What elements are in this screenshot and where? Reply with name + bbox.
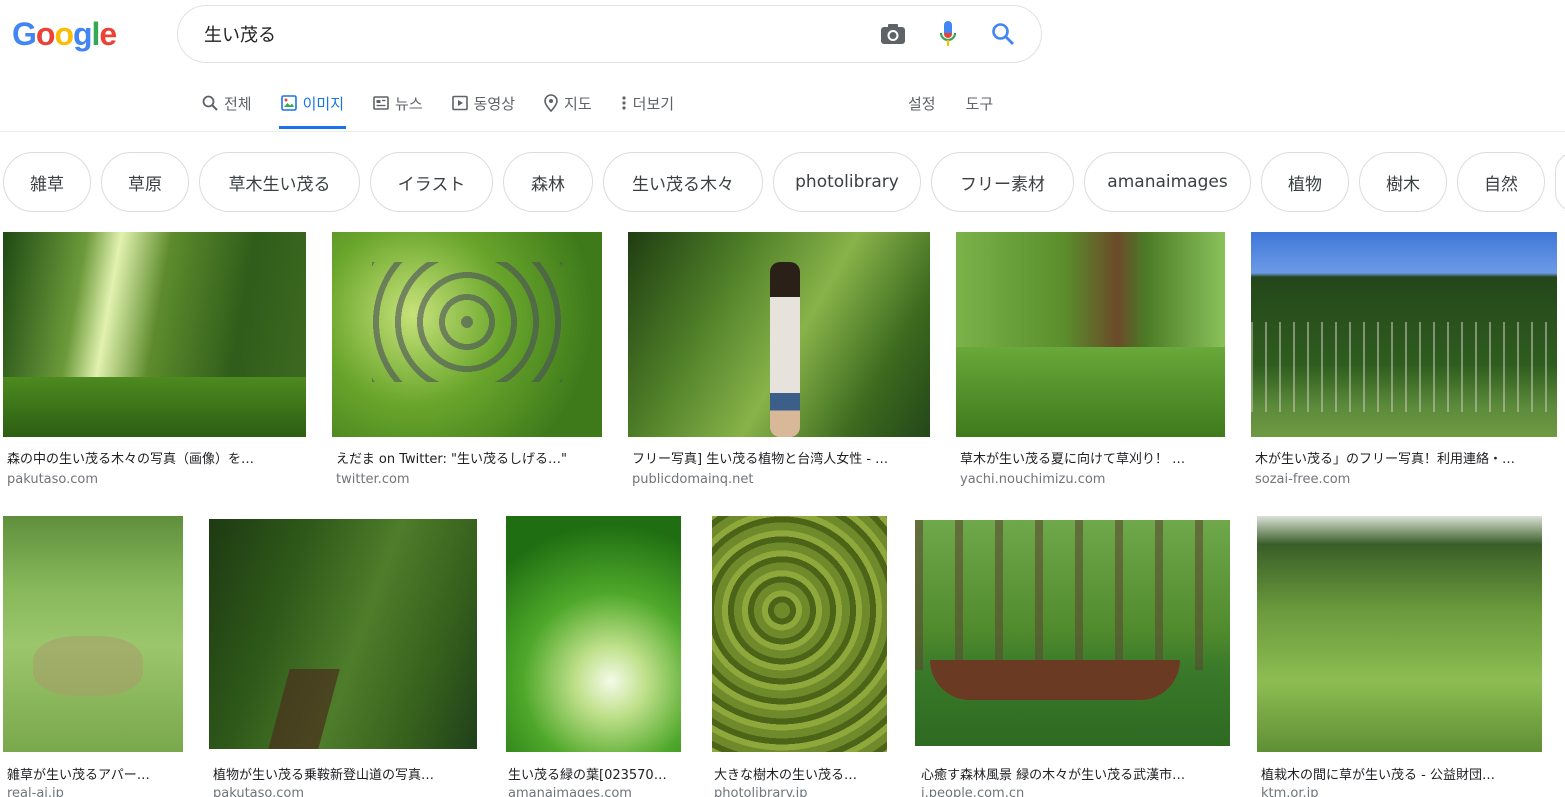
- tab-all[interactable]: 전체: [202, 88, 252, 118]
- result-source[interactable]: ktm.or.jp: [1261, 786, 1319, 797]
- tab-label: 동영상: [473, 94, 516, 113]
- search-icon[interactable]: [987, 18, 1019, 50]
- news-icon: [373, 95, 389, 111]
- result-thumbnail[interactable]: [3, 516, 183, 752]
- image-detail: [1251, 322, 1557, 412]
- chip[interactable]: 森林: [503, 152, 593, 212]
- chip[interactable]: イラスト: [370, 152, 493, 212]
- related-chips: 雑草 草原 草木生い茂る イラスト 森林 生い茂る木々 photolibrary…: [3, 152, 1565, 212]
- result-caption[interactable]: フリー写真] 生い茂る植物と台湾人女性 - …: [632, 448, 930, 467]
- tab-label: 지도: [564, 94, 592, 113]
- chip[interactable]: 植物: [1261, 152, 1349, 212]
- result-caption[interactable]: 木が生い茂る」のフリー写真！利用連絡・…: [1255, 448, 1557, 467]
- result-source[interactable]: real-ai.jp: [7, 786, 64, 797]
- result-source[interactable]: publicdomainq.net: [632, 472, 754, 487]
- image-detail: [770, 262, 800, 437]
- result-caption[interactable]: 雑草が生い茂るアパー…: [7, 764, 183, 783]
- chip[interactable]: 生い茂る木々: [603, 152, 763, 212]
- image-detail: [268, 669, 340, 749]
- image-detail: [930, 660, 1180, 700]
- tab-label: 뉴스: [395, 94, 423, 113]
- video-icon: [451, 95, 468, 111]
- tab-label: 전체: [224, 94, 252, 113]
- chip[interactable]: 雑草: [3, 152, 91, 212]
- search-icon: [202, 95, 218, 111]
- more-vert-icon: [621, 95, 627, 111]
- camera-icon[interactable]: [877, 18, 909, 50]
- result-caption[interactable]: 大きな樹木の生い茂る…: [714, 764, 887, 783]
- settings-link[interactable]: 설정: [908, 93, 936, 114]
- result-source[interactable]: amanaimages.com: [508, 786, 632, 797]
- logo-letter: e: [99, 15, 117, 52]
- result-thumbnail[interactable]: [209, 519, 477, 749]
- logo-letter: l: [91, 15, 101, 52]
- tab-label: 더보기: [632, 94, 675, 113]
- tab-more[interactable]: 더보기: [621, 88, 674, 118]
- chip-overflow[interactable]: [1555, 152, 1565, 212]
- result-thumbnail[interactable]: [1257, 516, 1542, 752]
- tools-bar: 설정 도구: [908, 88, 1023, 118]
- microphone-icon[interactable]: [932, 18, 964, 50]
- search-input[interactable]: 生い茂る: [204, 21, 877, 47]
- image-detail: [915, 520, 1230, 670]
- image-detail: [956, 347, 1225, 437]
- chip[interactable]: amanaimages: [1084, 152, 1251, 212]
- chip[interactable]: 樹木: [1359, 152, 1447, 212]
- result-source[interactable]: photolibrary.jp: [714, 786, 807, 797]
- chip[interactable]: 草木生い茂る: [199, 152, 360, 212]
- result-caption[interactable]: えだま on Twitter: "生い茂るしげる…": [336, 448, 602, 467]
- result-caption[interactable]: 生い茂る緑の葉[023570…: [508, 764, 681, 783]
- result-thumbnail[interactable]: [332, 232, 602, 437]
- chip[interactable]: 自然: [1457, 152, 1545, 212]
- result-thumbnail[interactable]: [1251, 232, 1557, 437]
- result-source[interactable]: pakutaso.com: [213, 786, 304, 797]
- result-source[interactable]: sozai-free.com: [1255, 472, 1350, 487]
- result-caption[interactable]: 草木が生い茂る夏に向けて草刈り！ …: [960, 448, 1225, 467]
- tab-images[interactable]: 이미지: [278, 88, 347, 129]
- image-detail: [372, 262, 562, 382]
- result-caption[interactable]: 心癒す森林風景 緑の木々が生い茂る武漢市…: [921, 764, 1230, 783]
- result-caption[interactable]: 植栽木の間に草が生い茂る - 公益財団…: [1261, 764, 1542, 783]
- result-caption[interactable]: 森の中の生い茂る木々の写真（画像）を…: [7, 448, 305, 467]
- result-source[interactable]: yachi.nouchimizu.com: [960, 472, 1105, 487]
- result-source[interactable]: twitter.com: [336, 472, 410, 487]
- image-detail: [3, 377, 306, 437]
- logo-letter: o: [54, 15, 74, 52]
- google-logo[interactable]: G o o g l e: [12, 15, 117, 52]
- result-thumbnail[interactable]: [915, 520, 1230, 746]
- chip[interactable]: photolibrary: [773, 152, 921, 212]
- search-box[interactable]: 生い茂る: [177, 5, 1042, 63]
- image-icon: [280, 95, 297, 111]
- map-pin-icon: [544, 94, 558, 112]
- logo-letter: o: [35, 15, 56, 52]
- tab-news[interactable]: 뉴스: [373, 88, 423, 118]
- result-thumbnail[interactable]: [956, 232, 1225, 437]
- result-thumbnail[interactable]: [3, 232, 306, 437]
- tab-maps[interactable]: 지도: [544, 88, 592, 118]
- tab-videos[interactable]: 동영상: [451, 88, 516, 118]
- result-thumbnail[interactable]: [712, 516, 887, 752]
- logo-letter: G: [12, 15, 37, 52]
- tools-link[interactable]: 도구: [966, 93, 994, 114]
- chip[interactable]: フリー素材: [931, 152, 1074, 212]
- chip[interactable]: 草原: [101, 152, 189, 212]
- search-tabs: 전체 이미지 뉴스 동영상 지도 더보기: [202, 88, 703, 132]
- result-thumbnail[interactable]: [628, 232, 930, 437]
- logo-letter: g: [72, 15, 93, 52]
- result-caption[interactable]: 植物が生い茂る乗鞍新登山道の写真…: [213, 764, 477, 783]
- image-detail: [33, 636, 143, 696]
- result-thumbnail[interactable]: [506, 516, 681, 752]
- tab-label: 이미지: [302, 94, 345, 113]
- result-source[interactable]: pakutaso.com: [7, 472, 98, 487]
- result-source[interactable]: j.people.com.cn: [921, 786, 1024, 797]
- header-divider: [0, 131, 1565, 132]
